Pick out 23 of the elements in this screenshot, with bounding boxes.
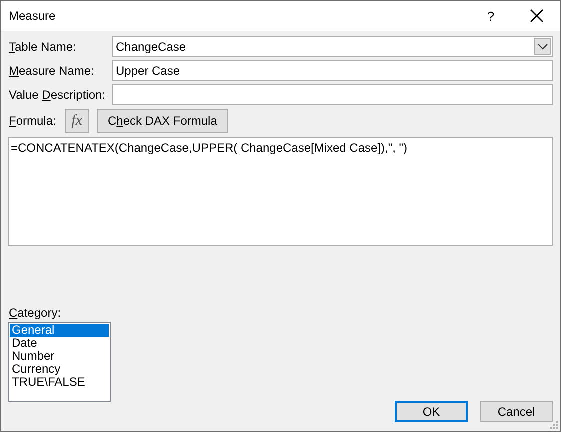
resize-grip-icon[interactable]	[550, 421, 558, 429]
list-item[interactable]: Number	[10, 350, 109, 363]
function-button[interactable]: fx	[65, 109, 89, 133]
formula-field[interactable]: =CONCATENATEX(ChangeCase,UPPER( ChangeCase[Mixed Case]),", ")	[8, 137, 553, 246]
category-listbox[interactable]: General Date Number Currency TRUE\FALSE	[8, 322, 111, 402]
field-label: Value Description:	[8, 88, 107, 102]
table-name-dropdown[interactable]: ChangeCase	[112, 36, 553, 57]
text-field[interactable]: Upper Case	[112, 60, 553, 81]
check-formula-button[interactable]: Check DAX Formula	[97, 109, 228, 133]
field-label: Category:	[8, 306, 62, 320]
field-label: Formula:	[8, 114, 57, 128]
cancel-button[interactable]: Cancel	[480, 401, 553, 422]
ok-button[interactable]: OK	[395, 401, 468, 422]
list-item[interactable]: Currency	[10, 363, 109, 376]
help-button[interactable]: ?	[468, 8, 514, 24]
list-item[interactable]: Date	[10, 337, 109, 350]
list-item[interactable]: General	[10, 324, 109, 337]
dropdown-caret-icon[interactable]	[534, 38, 551, 55]
field-label: Table Name:	[8, 40, 78, 54]
text-field[interactable]	[112, 84, 553, 105]
field-label: Measure Name:	[8, 64, 96, 78]
window-title: Measure	[9, 9, 56, 23]
list-item[interactable]: TRUE\FALSE	[10, 376, 109, 389]
